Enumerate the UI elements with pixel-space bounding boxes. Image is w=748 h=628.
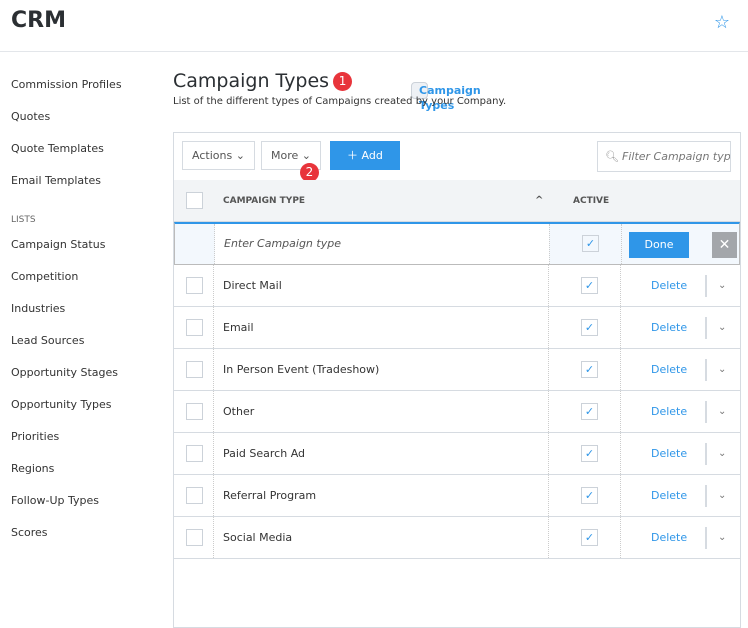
active-checkbox[interactable]: ✓: [582, 235, 599, 252]
sidebar-item[interactable]: Quote Templates: [4, 134, 148, 163]
chevron-down-icon: ⌄: [235, 149, 245, 162]
chevron-down-icon[interactable]: ⌄: [718, 307, 726, 349]
page-subtitle: List of the different types of Campaigns…: [173, 96, 507, 107]
done-button[interactable]: Done: [629, 232, 689, 258]
active-checkbox[interactable]: ✓: [581, 361, 598, 378]
chevron-down-icon[interactable]: ⌄: [718, 433, 726, 475]
filter-input[interactable]: 🔍︎ Filter Campaign type: [597, 141, 731, 172]
chevron-down-icon[interactable]: ⌄: [718, 391, 726, 433]
table-row: Paid Search Ad ✓ Delete ⌄: [174, 433, 740, 475]
campaign-type-name: Referral Program: [223, 489, 317, 502]
table-row: Social Media ✓ Delete ⌄: [174, 517, 740, 559]
row-checkbox[interactable]: [186, 319, 203, 336]
close-icon[interactable]: ✕: [712, 232, 737, 258]
toolbar: Actions ⌄ More ⌄ 2 ＋ Add 🔍︎ Filter Campai…: [174, 133, 740, 182]
row-checkbox[interactable]: [186, 529, 203, 546]
chevron-down-icon: ⌄: [301, 149, 311, 162]
sidebar-item[interactable]: Scores: [4, 518, 148, 547]
sidebar-item[interactable]: Regions: [4, 454, 148, 483]
campaign-type-name: Direct Mail: [223, 279, 282, 292]
sidebar-item[interactable]: Commission Profiles: [4, 70, 148, 99]
sort-up-icon[interactable]: ^: [535, 180, 543, 222]
campaign-type-name: Other: [223, 405, 255, 418]
active-checkbox[interactable]: ✓: [581, 529, 598, 546]
filter-placeholder: Filter Campaign type: [622, 150, 731, 163]
table-row: In Person Event (Tradeshow) ✓ Delete ⌄: [174, 349, 740, 391]
actions-label: Actions: [192, 149, 233, 162]
chevron-down-icon[interactable]: ⌄: [718, 517, 726, 559]
actions-button[interactable]: Actions ⌄: [182, 141, 255, 170]
delete-link[interactable]: Delete: [651, 475, 687, 517]
col-active: ACTIVE: [573, 196, 610, 206]
chevron-down-icon[interactable]: ⌄: [718, 349, 726, 391]
table-row: Other ✓ Delete ⌄: [174, 391, 740, 433]
campaign-type-input[interactable]: Enter Campaign type: [215, 224, 549, 264]
col-campaign-type[interactable]: CAMPAIGN TYPE: [223, 180, 305, 222]
active-checkbox[interactable]: ✓: [581, 403, 598, 420]
sidebar-item[interactable]: Follow-Up Types: [4, 486, 148, 515]
delete-link[interactable]: Delete: [651, 433, 687, 475]
sidebar-item[interactable]: Priorities: [4, 422, 148, 451]
table-header: CAMPAIGN TYPE ^ ACTIVE: [174, 180, 740, 222]
sidebar-item[interactable]: Competition: [4, 262, 148, 291]
active-checkbox[interactable]: ✓: [581, 445, 598, 462]
delete-link[interactable]: Delete: [651, 517, 687, 559]
sidebar-item[interactable]: Opportunity Stages: [4, 358, 148, 387]
delete-link[interactable]: Delete: [651, 265, 687, 307]
select-all-checkbox[interactable]: [186, 192, 203, 209]
table-row: Direct Mail ✓ Delete ⌄: [174, 265, 740, 307]
active-checkbox[interactable]: ✓: [581, 487, 598, 504]
campaign-type-name: In Person Event (Tradeshow): [223, 363, 380, 376]
table-row: Referral Program ✓ Delete ⌄: [174, 475, 740, 517]
row-checkbox[interactable]: [186, 361, 203, 378]
sidebar-item[interactable]: Quotes: [4, 102, 148, 131]
table-row: Email ✓ Delete ⌄: [174, 307, 740, 349]
badge-1: 1: [333, 72, 353, 91]
add-button[interactable]: ＋ Add: [330, 141, 400, 170]
add-label: Add: [361, 149, 383, 162]
row-checkbox[interactable]: [186, 445, 203, 462]
sidebar-item[interactable]: Opportunity Types: [4, 390, 148, 419]
header: CRM ☆: [0, 0, 748, 52]
chevron-down-icon[interactable]: ⌄: [718, 475, 726, 517]
sidebar-item[interactable]: Lead Sources: [4, 326, 148, 355]
delete-link[interactable]: Delete: [651, 349, 687, 391]
row-checkbox[interactable]: [186, 487, 203, 504]
active-checkbox[interactable]: ✓: [581, 319, 598, 336]
plus-icon: ＋: [347, 149, 358, 162]
campaign-type-name: Social Media: [223, 531, 293, 544]
page-title: Campaign Types 1: [173, 70, 743, 96]
sidebar: Commission Profiles Quotes Quote Templates…: [4, 70, 481, 550]
chevron-down-icon[interactable]: ⌄: [718, 265, 726, 307]
sidebar-section-lists: LISTS: [11, 215, 36, 225]
campaign-type-name: Email: [223, 321, 254, 334]
active-checkbox[interactable]: ✓: [581, 277, 598, 294]
app-title: CRM: [11, 8, 66, 33]
delete-link[interactable]: Delete: [651, 391, 687, 433]
main: Campaign Types 1 List of the different ty…: [173, 70, 743, 628]
page-title-text: Campaign Types: [173, 70, 330, 92]
sidebar-item[interactable]: Email Templates: [4, 166, 148, 195]
campaign-type-name: Paid Search Ad: [223, 447, 306, 460]
sidebar-item[interactable]: Campaign Status: [4, 230, 148, 259]
star-icon[interactable]: ☆: [714, 12, 730, 33]
new-row: Enter Campaign type ✓ Done ✕: [174, 222, 740, 265]
sidebar-item[interactable]: Industries: [4, 294, 148, 323]
campaign-types-panel: Actions ⌄ More ⌄ 2 ＋ Add 🔍︎ Filter Campai…: [173, 132, 741, 628]
more-label: More: [271, 149, 299, 162]
delete-link[interactable]: Delete: [651, 307, 687, 349]
row-checkbox[interactable]: [186, 277, 203, 294]
search-icon: 🔍︎: [605, 150, 619, 163]
row-checkbox[interactable]: [186, 403, 203, 420]
